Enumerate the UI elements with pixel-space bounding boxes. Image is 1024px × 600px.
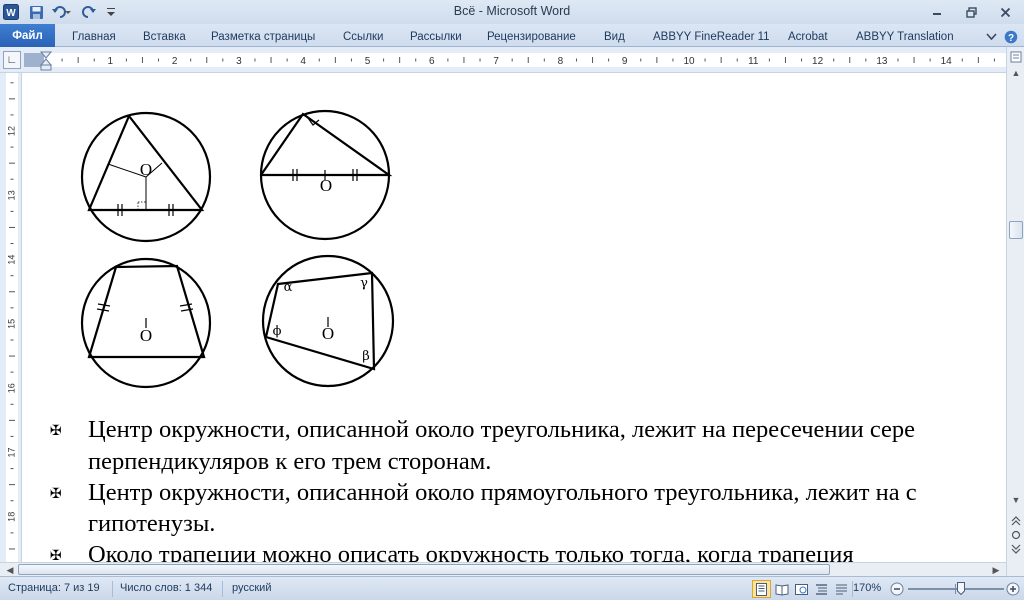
document-page[interactable]: O O O O α γ ϕ β ✠ Центр окружности, опис… [22,73,1006,562]
zoom-slider-handle[interactable] [957,582,965,596]
tab-file[interactable]: Файл [0,24,55,47]
center-label: O [140,326,152,345]
tab-abbyy-finereader[interactable]: ABBYY FineReader 11 [647,27,776,46]
ruler-label: 13 [6,190,16,200]
tab-view[interactable]: Вид [598,27,631,46]
horizontal-ruler[interactable]: ∟ 1 2 3 4 5 6 7 8 9 10 11 12 13 14 [0,47,1024,73]
figure-trapezoid-circumcircle [80,257,212,389]
ruler-label: 2 [172,56,178,67]
paragraph-line: Центр окружности, описанной около треуго… [88,416,916,443]
svg-text:?: ? [1008,33,1014,44]
figure-right-triangle-circumcircle [259,109,393,241]
tab-page-layout[interactable]: Разметка страницы [205,27,321,46]
ruler-label: 8 [558,56,564,67]
zoom-in-icon[interactable] [1003,580,1022,598]
list-bullet-icon: ✠ [50,486,62,502]
ruler-label: 13 [876,56,888,67]
paragraph-line: гипотенузы. [88,510,216,537]
minimize-button[interactable] [924,2,950,22]
title-bar: W Всё - Microsoft Word [0,0,1024,24]
center-label: O [320,176,332,195]
tab-references[interactable]: Ссылки [337,27,390,46]
ruler-scale: 1 2 3 4 5 6 7 8 9 10 11 12 13 14 [44,53,1006,67]
word-window: W Всё - Microsoft Word Файл Главная Вста… [0,0,1024,600]
angle-gamma-label: γ [360,276,368,291]
tab-review[interactable]: Рецензирование [481,27,582,46]
vertical-scroll-thumb[interactable] [1009,221,1023,239]
paragraph-line: Центр окружности, описанной около прямоу… [88,479,917,506]
ruler-label: 14 [6,255,16,265]
tab-acrobat[interactable]: Acrobat [782,27,834,46]
ruler-label: 12 [6,126,16,136]
window-title: Всё - Microsoft Word [453,4,571,18]
outline-view-icon[interactable] [812,580,831,598]
help-icon[interactable]: ? [998,27,1024,46]
ruler-label: 9 [622,56,628,67]
vertical-scrollbar[interactable]: ▲ ▼ [1006,47,1024,576]
scroll-down-arrow-icon[interactable]: ▼ [1008,492,1024,508]
web-layout-icon[interactable] [792,580,811,598]
restore-button[interactable] [958,2,984,22]
horizontal-scroll-thumb[interactable] [18,564,830,575]
horizontal-scrollbar[interactable]: ◀ ▶ [0,562,1006,576]
vruler-scale: 12 13 14 15 16 17 18 [6,73,18,576]
zoom-slider-track[interactable] [908,588,1004,590]
list-bullet-icon: ✠ [50,423,62,439]
paragraph-line: Около трапеции можно описать окружность … [88,541,854,562]
ruler-label: 17 [6,447,16,457]
figure-quadrilateral-circumcircle [261,254,395,388]
tab-home[interactable]: Главная [66,27,122,46]
list-bullet-icon: ✠ [50,548,62,562]
separator [222,581,223,597]
ruler-label: 16 [6,383,16,393]
center-label: O [140,160,152,179]
angle-alpha-label: α [284,280,293,295]
ribbon-tabs: Файл Главная Вставка Разметка страницы С… [0,24,1024,47]
ruler-label: 14 [941,56,953,67]
angle-beta-label: β [362,349,370,364]
vertical-ruler[interactable]: 12 13 14 15 16 17 18 [0,73,22,576]
print-layout-view-icon[interactable] [752,580,771,598]
word-count[interactable]: Число слов: 1 344 [120,582,212,594]
separator [112,581,113,597]
angle-phi-label: ϕ [273,324,282,339]
ruler-label: 4 [300,56,306,67]
center-label: O [322,324,334,343]
language-indicator[interactable]: русский [232,582,271,594]
close-button[interactable] [992,2,1018,22]
ruler-label: 3 [236,56,242,67]
full-screen-reading-icon[interactable] [772,580,791,598]
next-page-icon[interactable] [1008,541,1024,557]
draft-view-icon[interactable] [832,580,851,598]
scroll-up-arrow-icon[interactable]: ▲ [1008,65,1024,81]
zoom-slider-center-tick [955,584,956,594]
ruler-label: 15 [6,319,16,329]
ruler-label: 10 [683,56,695,67]
paragraph-line: перпендикуляров к его трем сторонам. [88,448,492,475]
ruler-label: 6 [429,56,435,67]
ruler-label: 11 [748,56,759,67]
page-count[interactable]: Страница: 7 из 19 [8,582,100,594]
tab-stop-selector[interactable]: ∟ [3,51,21,69]
indent-marker-icon[interactable] [40,51,52,71]
ruler-label: 18 [6,512,16,522]
ruler-label: 12 [812,56,824,67]
status-bar: Страница: 7 из 19 Число слов: 1 344 русс… [0,576,1024,600]
tab-insert[interactable]: Вставка [137,27,192,46]
ruler-toggle-icon[interactable] [1008,49,1024,65]
zoom-level[interactable]: 170% [853,582,881,594]
geometry-figures: O O O O α γ ϕ β [80,109,395,389]
ruler-label: 5 [365,56,371,67]
zoom-out-icon[interactable] [887,580,906,598]
tab-abbyy-translation[interactable]: ABBYY Translation [850,27,960,46]
ruler-label: 7 [493,56,499,67]
ruler-label: 1 [108,56,114,67]
tab-mailings[interactable]: Рассылки [404,27,468,46]
